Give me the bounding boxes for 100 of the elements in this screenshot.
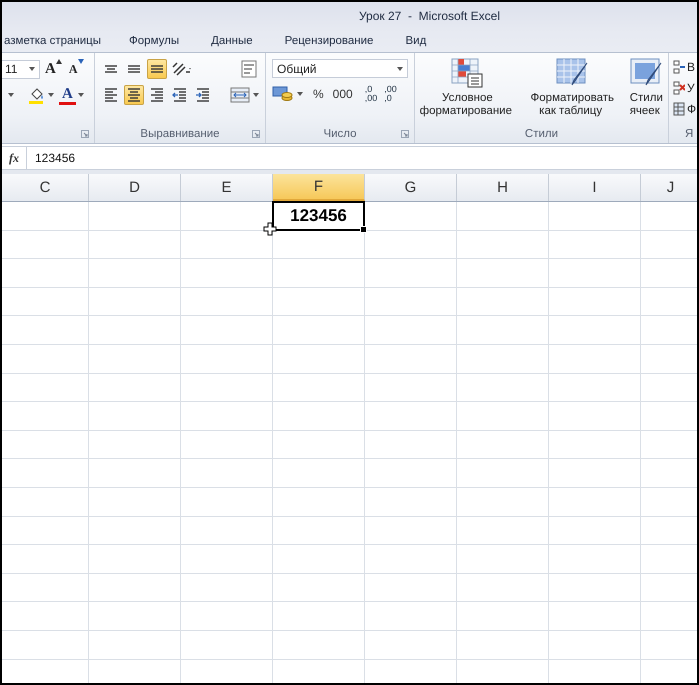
table-cell[interactable]	[2, 545, 89, 574]
table-cell[interactable]	[549, 602, 641, 631]
styles-button[interactable]: Стили ячеек	[625, 53, 668, 125]
cells-command[interactable]: В	[673, 57, 697, 76]
table-cell[interactable]	[89, 374, 181, 402]
table-cell[interactable]	[2, 459, 89, 488]
table-cell[interactable]	[365, 202, 457, 231]
ribbon-tab[interactable]: Рецензирование	[276, 31, 382, 51]
table-cell[interactable]	[365, 602, 457, 631]
formula-value[interactable]: 123456	[27, 151, 76, 165]
table-cell[interactable]	[2, 630, 89, 660]
table-cell[interactable]	[273, 316, 365, 345]
table-cell[interactable]	[181, 374, 273, 402]
table-cell[interactable]	[457, 259, 549, 288]
table-cell[interactable]	[549, 488, 641, 517]
table-cell[interactable]	[365, 344, 457, 374]
table-cell[interactable]	[2, 516, 89, 546]
table-cell[interactable]	[2, 402, 89, 431]
table-cell[interactable]	[549, 516, 641, 546]
table-cell[interactable]	[365, 630, 457, 660]
table-cell[interactable]	[273, 574, 365, 602]
wrap-text-icon[interactable]	[241, 60, 259, 78]
table-cell[interactable]	[549, 202, 641, 231]
table-cell[interactable]	[89, 316, 181, 345]
table-cell[interactable]	[2, 259, 89, 288]
table-cell[interactable]	[549, 545, 641, 574]
table-cell[interactable]	[457, 602, 549, 631]
dialog-launcher-icon[interactable]	[81, 130, 89, 138]
currency-icon[interactable]	[272, 85, 294, 103]
table-cell[interactable]	[89, 459, 181, 488]
styles-button[interactable]: Условное форматирование	[416, 53, 520, 125]
table-cell[interactable]	[457, 574, 549, 602]
table-cell[interactable]	[89, 516, 181, 546]
percent-button[interactable]: %	[310, 84, 327, 104]
table-cell[interactable]	[549, 316, 641, 345]
table-cell[interactable]	[365, 488, 457, 517]
table-cell[interactable]	[89, 545, 181, 574]
table-cell[interactable]	[457, 516, 549, 546]
table-cell[interactable]	[273, 374, 365, 402]
table-cell[interactable]	[273, 230, 365, 260]
table-cell[interactable]	[2, 602, 89, 631]
table-cell[interactable]	[181, 344, 273, 374]
table-cell[interactable]	[89, 288, 181, 316]
table-cell[interactable]	[549, 230, 641, 260]
ribbon-tab[interactable]: Вид	[397, 31, 434, 51]
number-format-field[interactable]: Общий	[272, 59, 408, 78]
table-cell[interactable]	[273, 488, 365, 517]
table-cell[interactable]	[273, 516, 365, 546]
dialog-launcher-icon[interactable]	[401, 130, 409, 138]
table-cell[interactable]	[549, 344, 641, 374]
table-cell[interactable]	[365, 574, 457, 602]
ribbon-tab[interactable]: Формулы	[121, 31, 188, 51]
cells-command[interactable]: Ф	[673, 99, 697, 118]
table-cell[interactable]	[365, 316, 457, 345]
table-cell[interactable]	[549, 459, 641, 488]
styles-button[interactable]: Форматировать как таблицу	[526, 53, 618, 125]
table-cell[interactable]	[181, 545, 273, 574]
table-cell[interactable]	[181, 630, 273, 660]
table-cell[interactable]	[457, 630, 549, 660]
table-cell[interactable]	[549, 574, 641, 602]
ribbon-tab[interactable]: Данные	[203, 31, 261, 51]
table-cell[interactable]	[365, 259, 457, 288]
column-header[interactable]: H	[457, 174, 549, 201]
table-cell[interactable]	[365, 459, 457, 488]
table-cell[interactable]	[181, 288, 273, 316]
table-cell[interactable]	[181, 574, 273, 602]
column-header[interactable]: D	[89, 174, 181, 201]
table-cell[interactable]	[181, 430, 273, 460]
table-cell[interactable]	[457, 288, 549, 316]
cells-command[interactable]: У	[673, 78, 697, 97]
table-cell[interactable]	[89, 344, 181, 374]
table-cell[interactable]	[365, 288, 457, 316]
table-cell[interactable]	[273, 545, 365, 574]
table-cell[interactable]	[89, 602, 181, 631]
table-cell[interactable]	[457, 545, 549, 574]
shrink-font-button[interactable]: A	[66, 59, 86, 79]
table-cell[interactable]	[365, 516, 457, 546]
fill-handle[interactable]	[360, 226, 367, 233]
table-cell[interactable]	[273, 459, 365, 488]
table-cell[interactable]	[2, 230, 89, 260]
table-cell[interactable]	[181, 402, 273, 431]
table-cell[interactable]	[89, 202, 181, 231]
column-header[interactable]: E	[181, 174, 273, 201]
table-cell[interactable]	[2, 202, 89, 231]
table-cell[interactable]	[89, 259, 181, 288]
table-cell[interactable]	[89, 430, 181, 460]
table-cell[interactable]	[457, 202, 549, 231]
table-cell[interactable]	[549, 402, 641, 431]
table-cell[interactable]	[457, 374, 549, 402]
table-cell[interactable]	[457, 488, 549, 517]
table-cell[interactable]	[2, 488, 89, 517]
active-cell[interactable]: 123456	[272, 201, 365, 231]
table-cell[interactable]	[549, 374, 641, 402]
table-cell[interactable]	[181, 516, 273, 546]
table-cell[interactable]	[457, 316, 549, 345]
font-size-field[interactable]: 11	[2, 60, 40, 78]
table-cell[interactable]	[2, 288, 89, 316]
table-cell[interactable]	[273, 430, 365, 460]
table-cell[interactable]	[273, 259, 365, 288]
decrease-decimal-button[interactable]: ,00 ,0	[382, 84, 399, 104]
